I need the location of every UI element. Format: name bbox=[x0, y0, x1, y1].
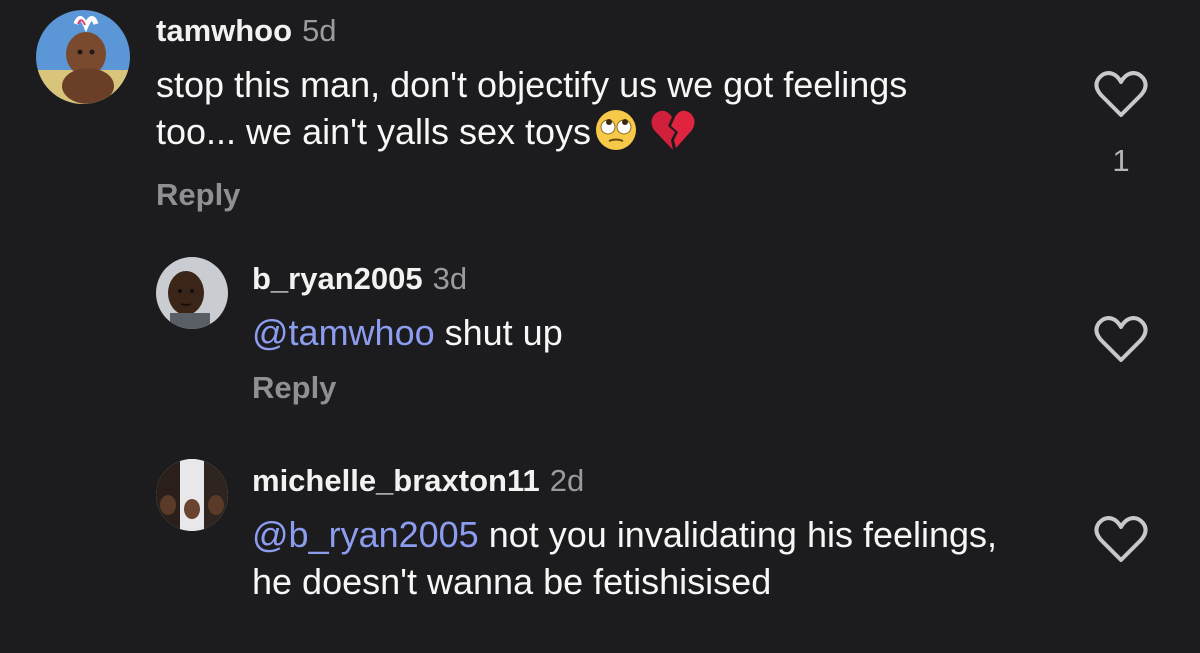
comment-body: stop this man, don't objectify us we got… bbox=[156, 64, 908, 152]
mention-link[interactable]: @b_ryan2005 bbox=[252, 514, 479, 555]
username[interactable]: michelle_braxton11 bbox=[252, 463, 540, 498]
comment-text: @b_ryan2005 not you invalidating his fee… bbox=[252, 511, 1012, 605]
reply-button[interactable]: Reply bbox=[252, 370, 1052, 406]
like-count: 1 bbox=[1112, 143, 1130, 178]
comment-b-ryan2005: b_ryan2005 3d @tamwhoo shut up Reply bbox=[0, 240, 1200, 445]
avatar[interactable] bbox=[36, 10, 130, 104]
reply-button[interactable]: Reply bbox=[156, 177, 1056, 213]
comment-content: b_ryan2005 3d @tamwhoo shut up Reply bbox=[252, 260, 1052, 406]
comment-body: shut up bbox=[434, 312, 563, 353]
timestamp: 3d bbox=[432, 261, 468, 296]
comment-content: tamwhoo 5d stop this man, don't objectify… bbox=[156, 12, 1056, 213]
username[interactable]: tamwhoo bbox=[156, 13, 292, 48]
comment-content: michelle_braxton11 2d @b_ryan2005 not you… bbox=[252, 462, 1032, 605]
broken-heart-emoji bbox=[650, 108, 696, 163]
timestamp: 2d bbox=[549, 463, 585, 498]
heart-icon[interactable] bbox=[1093, 315, 1149, 370]
like-column: 1 bbox=[1093, 70, 1149, 179]
timestamp: 5d bbox=[302, 13, 337, 48]
mention-link[interactable]: @tamwhoo bbox=[252, 312, 435, 353]
comment-michelle-braxton11: michelle_braxton11 2d @b_ryan2005 not you… bbox=[0, 445, 1200, 653]
comment-text: @tamwhoo shut up bbox=[252, 309, 1052, 356]
comment-header: tamwhoo 5d bbox=[156, 12, 1056, 50]
comment-header: b_ryan2005 3d bbox=[252, 260, 1052, 298]
avatar[interactable] bbox=[156, 257, 228, 329]
face-with-rolling-eyes-emoji bbox=[594, 108, 638, 163]
heart-icon[interactable] bbox=[1093, 515, 1149, 570]
like-column bbox=[1093, 515, 1149, 570]
comment-text: stop this man, don't objectify us we got… bbox=[156, 61, 976, 163]
comment-tamwhoo: tamwhoo 5d stop this man, don't objectify… bbox=[0, 0, 1200, 240]
comment-header: michelle_braxton11 2d bbox=[252, 462, 1032, 500]
username[interactable]: b_ryan2005 bbox=[252, 261, 423, 296]
heart-icon[interactable] bbox=[1093, 70, 1149, 125]
avatar[interactable] bbox=[156, 459, 228, 531]
like-column bbox=[1093, 315, 1149, 370]
